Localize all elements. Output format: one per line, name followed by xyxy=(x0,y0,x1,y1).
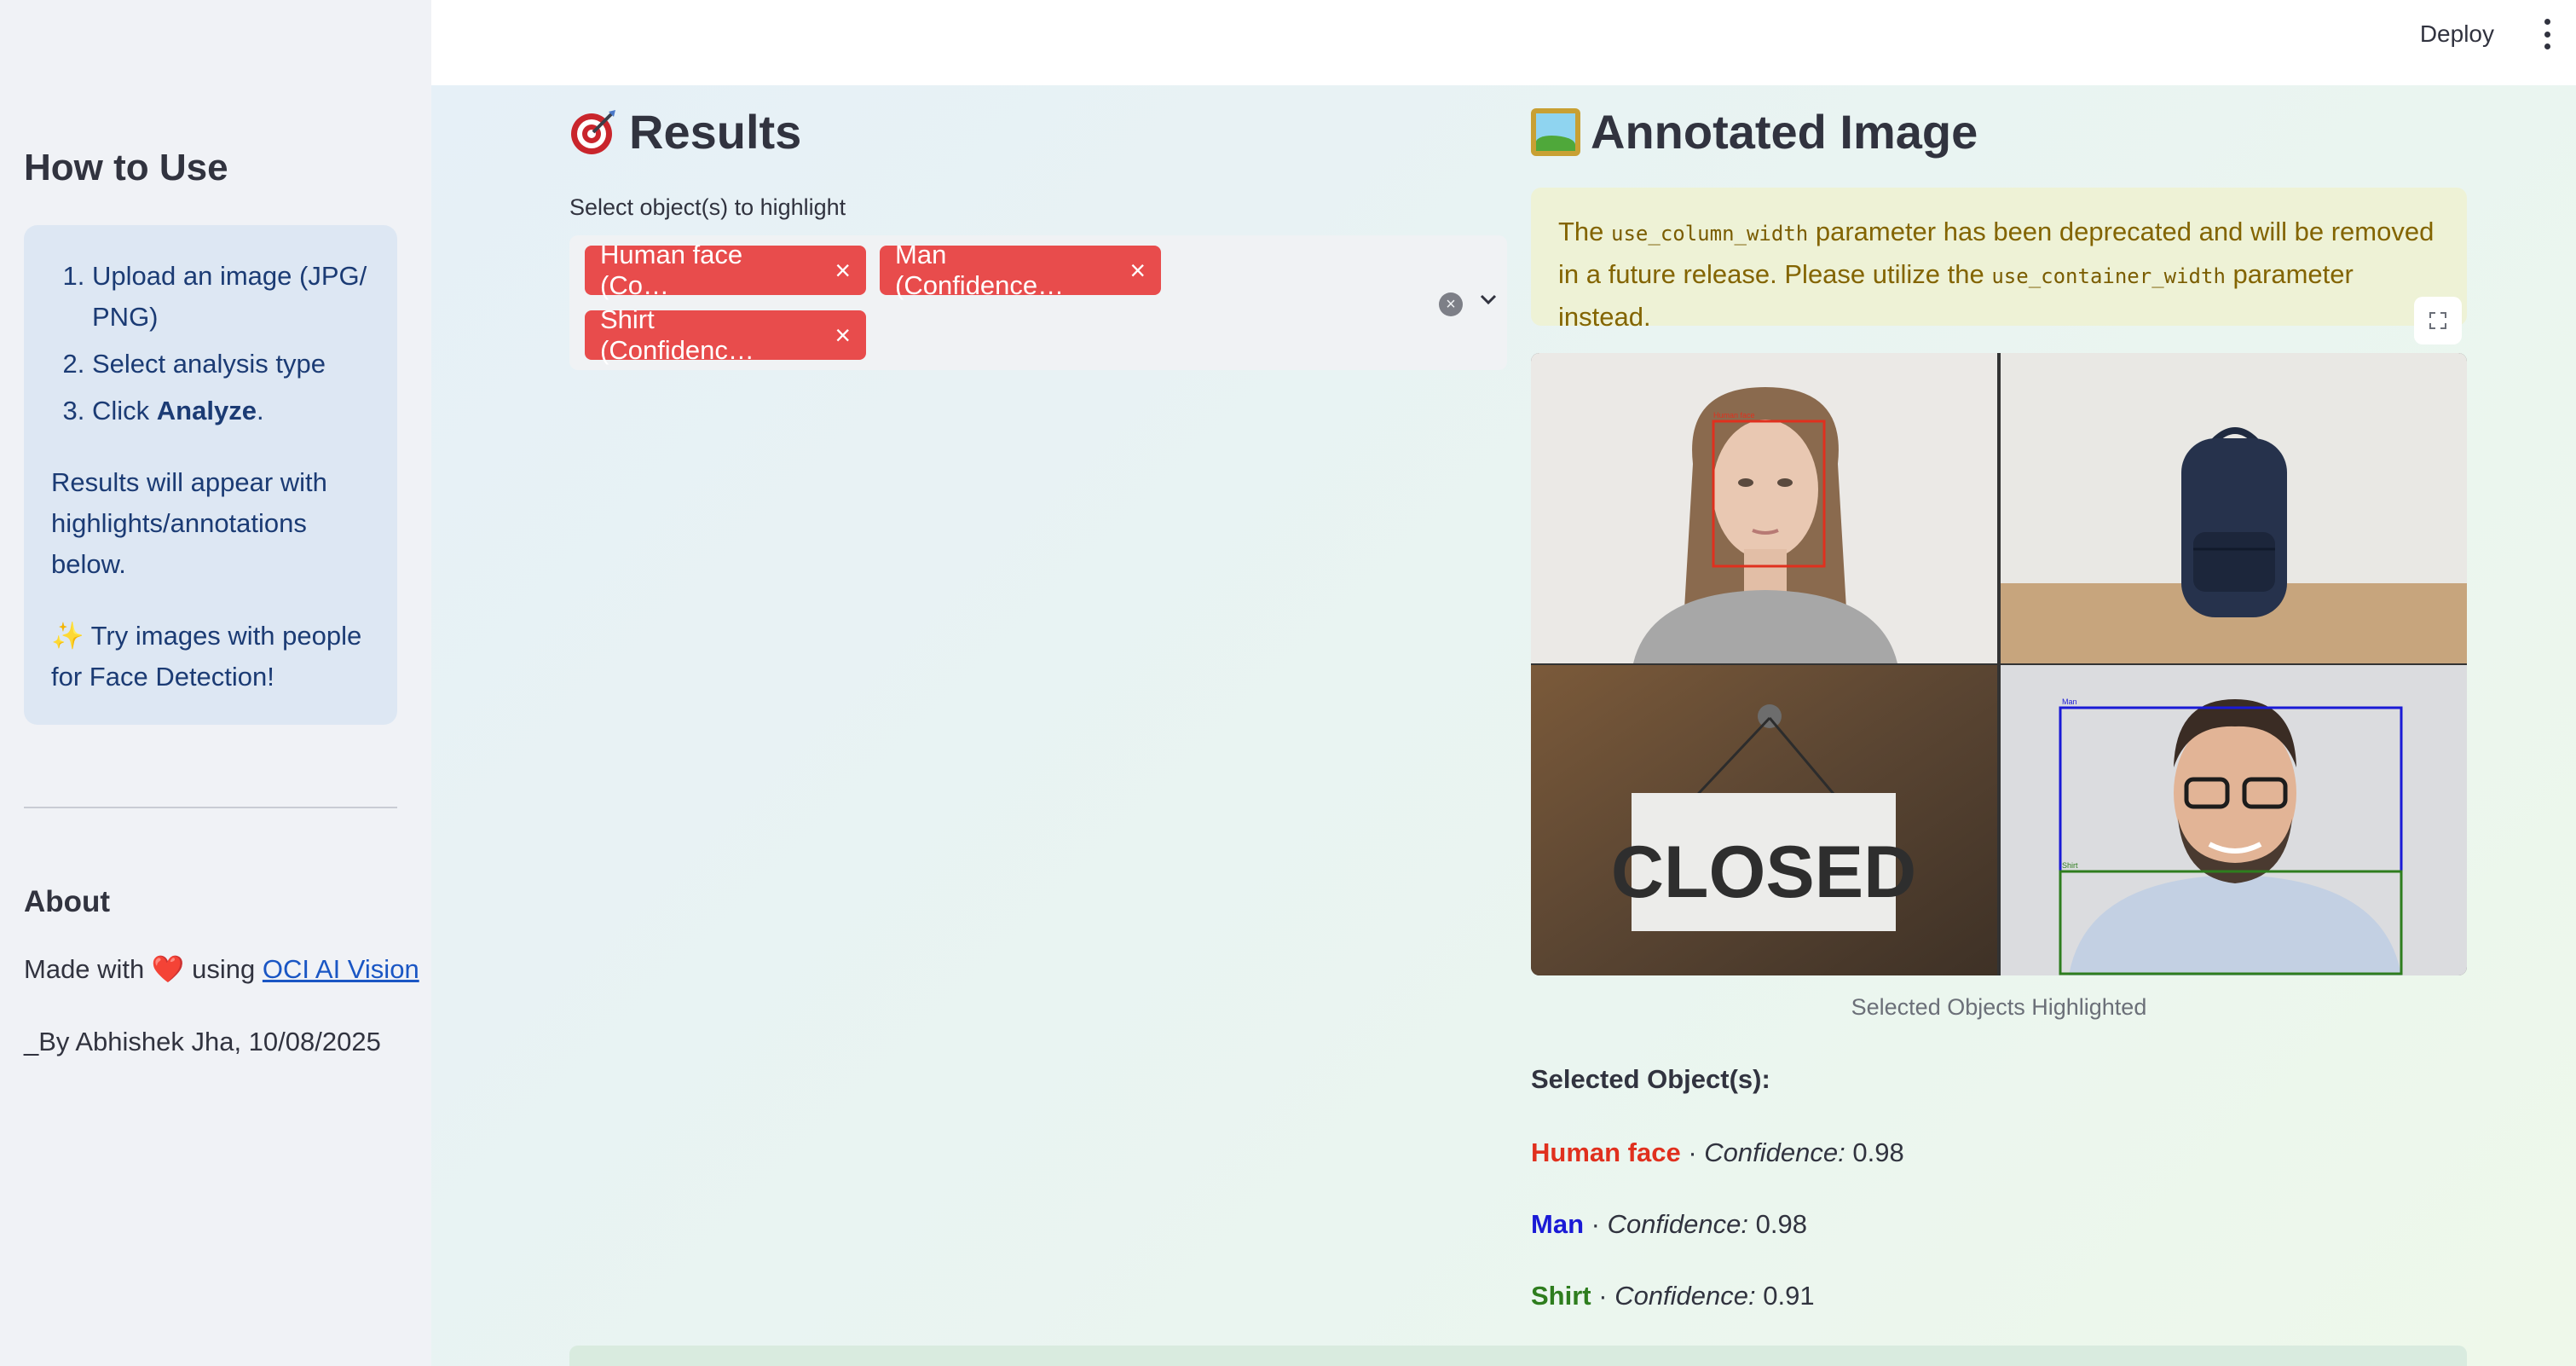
sidebar-divider xyxy=(24,807,397,808)
remove-chip-icon[interactable]: × xyxy=(1129,255,1146,287)
chevron-down-icon[interactable] xyxy=(1478,288,1499,315)
target-icon xyxy=(569,108,617,156)
fullscreen-icon[interactable] xyxy=(2414,297,2462,344)
bottom-container-edge xyxy=(569,1346,2467,1366)
deploy-button[interactable]: Deploy xyxy=(2413,17,2501,51)
objects-multiselect[interactable]: Human face (Co… × Man (Confidence… × Shirt… xyxy=(569,235,1507,370)
app-header: Deploy xyxy=(431,0,2576,85)
tip-text: ✨ Try images with people for Face Detect… xyxy=(51,621,362,692)
man-box-label: Man xyxy=(2062,697,2077,706)
face-box-label: Human face xyxy=(1713,411,1755,420)
steps-list: Upload an image (JPG/ PNG) Select analys… xyxy=(92,256,382,437)
sidebar: How to Use Upload an image (JPG/ PNG) Se… xyxy=(0,0,431,1366)
oci-ai-vision-link[interactable]: OCI AI Vision xyxy=(263,954,419,984)
annotated-image: Human face CLOSED Man Shirt xyxy=(1531,353,2467,975)
selected-object-row: Human face · Confidence: 0.98 xyxy=(1531,1137,1904,1167)
about-line: Made with ❤️ using OCI AI Vision xyxy=(24,954,419,984)
woman-portrait-image: Human face xyxy=(1531,353,1997,663)
about-heading: About xyxy=(24,885,111,918)
heart-icon: ❤️ xyxy=(151,954,185,984)
chip-human-face[interactable]: Human face (Co… × xyxy=(585,240,866,300)
image-caption: Selected Objects Highlighted xyxy=(1851,994,2147,1020)
shirt-box-label: Shirt xyxy=(2062,861,2078,870)
step-item: Upload an image (JPG/ PNG) xyxy=(92,256,382,338)
closed-sign-image: CLOSED xyxy=(1531,665,1997,975)
sidebar-heading: How to Use xyxy=(24,147,228,188)
closed-sign-text: CLOSED xyxy=(1611,831,1916,913)
step-item: Select analysis type xyxy=(92,344,382,385)
select-objects-label: Select object(s) to highlight xyxy=(569,194,846,220)
selected-object-row: Shirt · Confidence: 0.91 xyxy=(1531,1281,1815,1311)
selected-objects-heading: Selected Object(s): xyxy=(1531,1064,1770,1094)
deprecation-warning: The use_column_width parameter has been … xyxy=(1531,188,2467,332)
annotated-image-title: Annotated Image xyxy=(1531,104,1978,159)
selected-object-row: Man · Confidence: 0.98 xyxy=(1531,1209,1807,1239)
main-menu-icon[interactable] xyxy=(2538,19,2556,49)
remove-chip-icon[interactable]: × xyxy=(835,320,851,351)
main-content: Results Select object(s) to highlight Hu… xyxy=(431,85,2576,1366)
results-note: Results will appear with highlights/anno… xyxy=(51,467,327,579)
backpack-image xyxy=(2001,353,2467,663)
remove-chip-icon[interactable]: × xyxy=(835,255,851,287)
framed-picture-icon xyxy=(1531,107,1580,156)
man-portrait-image: Man Shirt xyxy=(2001,665,2467,975)
results-title: Results xyxy=(569,104,801,159)
how-to-info-box: Upload an image (JPG/ PNG) Select analys… xyxy=(24,225,397,725)
clear-all-icon[interactable]: × xyxy=(1439,292,1463,316)
step-item: Click Analyze. xyxy=(92,391,382,431)
chip-shirt[interactable]: Shirt (Confidenc… × xyxy=(585,304,866,365)
chip-man[interactable]: Man (Confidence… × xyxy=(880,240,1161,300)
author-line: _By Abhishek Jha, 10/08/2025 xyxy=(24,1027,381,1056)
